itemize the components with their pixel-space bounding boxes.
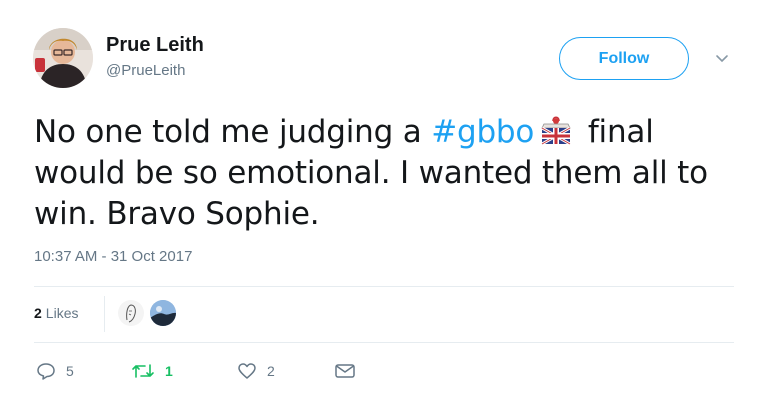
chevron-down-icon[interactable]	[712, 52, 732, 66]
retweet-button[interactable]: 1	[131, 362, 173, 380]
tweet-text: No one told me judging a #gbbo final wou…	[34, 112, 734, 235]
divider	[34, 342, 734, 343]
tweet-text-before: No one told me judging a	[34, 114, 432, 150]
hashtag-link[interactable]: #gbbo	[431, 114, 534, 150]
liker-avatar[interactable]	[150, 300, 176, 326]
divider	[104, 296, 105, 332]
envelope-icon	[334, 362, 356, 380]
reply-count: 5	[66, 363, 74, 379]
reply-icon	[36, 362, 56, 380]
gbbo-union-jack-cake-emoji-icon	[538, 114, 574, 146]
retweet-count: 1	[165, 363, 173, 379]
like-count: 2	[267, 363, 275, 379]
likes-label: Likes	[45, 305, 79, 321]
direct-message-button[interactable]	[334, 362, 356, 380]
tweet-author[interactable]: Prue Leith @PrueLeith	[106, 33, 204, 79]
like-button[interactable]: 2	[237, 362, 275, 380]
author-name[interactable]: Prue Leith	[106, 33, 204, 57]
retweet-icon	[131, 362, 155, 380]
likes-count: 2	[34, 305, 42, 321]
liker-avatar[interactable]	[118, 300, 144, 326]
heart-icon	[237, 362, 257, 380]
author-handle[interactable]: @PrueLeith	[106, 62, 204, 79]
divider	[34, 286, 734, 287]
author-avatar[interactable]	[33, 28, 93, 88]
reply-button[interactable]: 5	[36, 362, 74, 380]
tweet-timestamp[interactable]: 10:37 AM - 31 Oct 2017	[34, 248, 192, 265]
likes-stat[interactable]: 2 Likes	[34, 305, 78, 321]
follow-button[interactable]: Follow	[559, 37, 689, 80]
avatar-image	[33, 28, 93, 88]
